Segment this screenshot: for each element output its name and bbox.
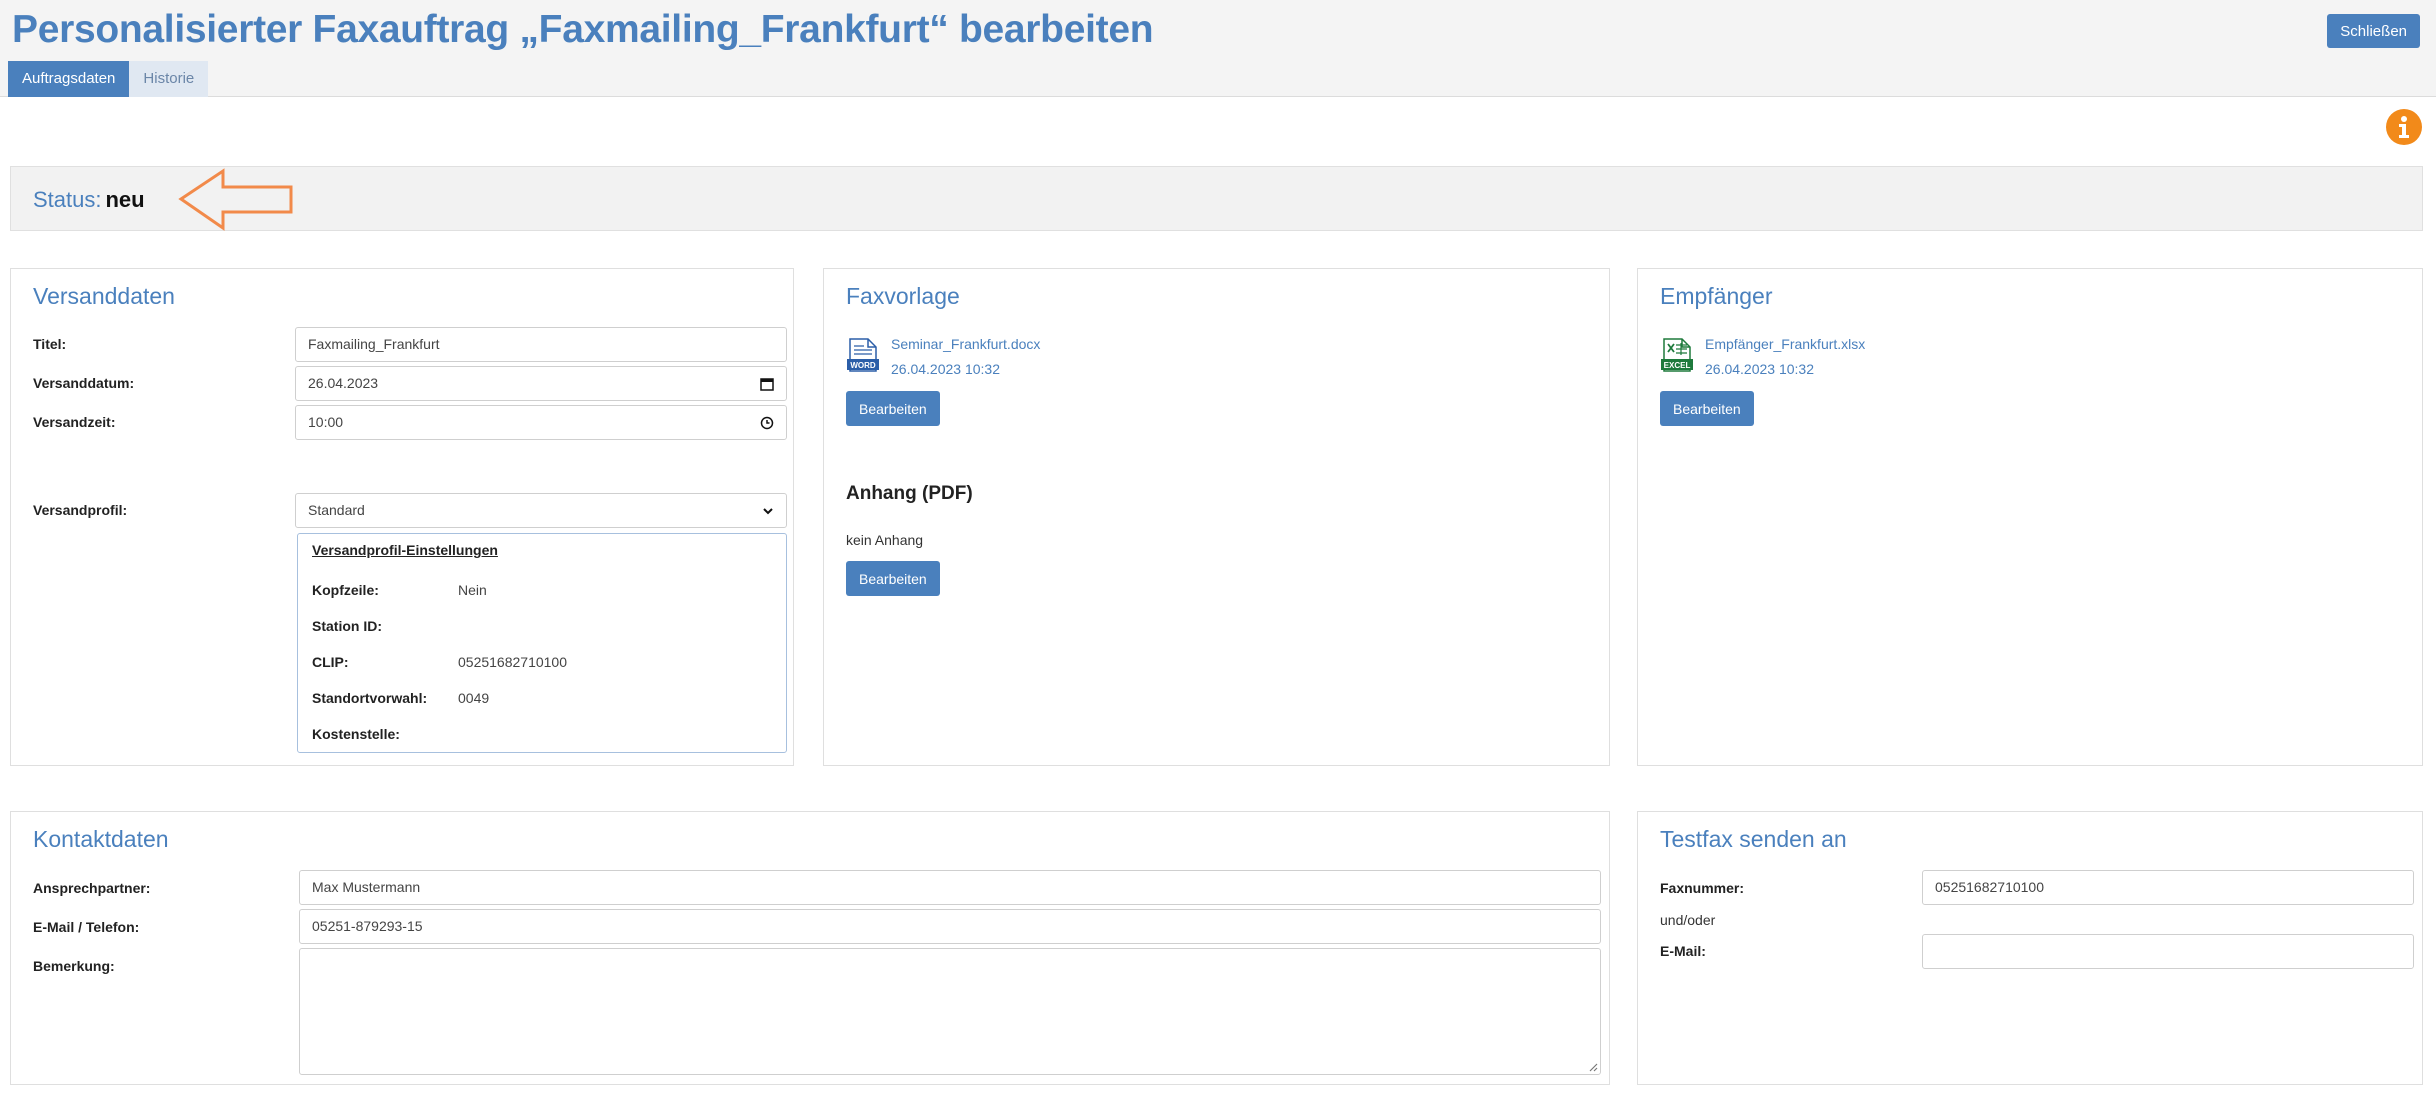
resize-handle-icon[interactable] bbox=[1588, 1062, 1598, 1072]
panel-faxvorlage: Faxvorlage WORD Seminar_Frankfurt.docx 2… bbox=[823, 268, 1610, 766]
tab-historie[interactable]: Historie bbox=[129, 61, 209, 97]
versandprofil-settings: Versandprofil-Einstellungen Kopfzeile: N… bbox=[297, 533, 787, 753]
clip-label: CLIP: bbox=[312, 654, 349, 670]
standortvorwahl-label: Standortvorwahl: bbox=[312, 690, 428, 706]
status-value: neu bbox=[105, 187, 145, 212]
bemerkung-textarea[interactable] bbox=[299, 948, 1601, 1075]
panel-title-faxvorlage: Faxvorlage bbox=[846, 283, 960, 309]
chevron-down-icon bbox=[762, 494, 774, 527]
versandzeit-input[interactable]: 10:00 bbox=[295, 405, 787, 440]
svg-text:WORD: WORD bbox=[850, 361, 876, 370]
titel-label: Titel: bbox=[33, 336, 67, 352]
clip-value: 05251682710100 bbox=[458, 654, 568, 670]
ansprechpartner-label: Ansprechpartner: bbox=[33, 880, 151, 896]
panel-title-testfax: Testfax senden an bbox=[1660, 826, 1847, 852]
versandzeit-value: 10:00 bbox=[308, 414, 344, 430]
info-icon[interactable] bbox=[2386, 109, 2422, 145]
bemerkung-label: Bemerkung: bbox=[33, 958, 115, 974]
panel-testfax: Testfax senden an Faxnummer: 05251682710… bbox=[1637, 811, 2423, 1085]
status-label: Status: bbox=[33, 187, 102, 212]
station-id-label: Station ID: bbox=[312, 618, 382, 634]
panel-empfaenger: Empfänger EXCEL Empfänger_Frankfurt.xlsx… bbox=[1637, 268, 2423, 766]
status-text: Status: neu bbox=[33, 187, 145, 213]
kopfzeile-value: Nein bbox=[458, 582, 487, 598]
empfaenger-file-link[interactable]: Empfänger_Frankfurt.xlsx bbox=[1705, 336, 1865, 352]
testfax-email-label: E-Mail: bbox=[1660, 943, 1706, 959]
versandprofil-label: Versandprofil: bbox=[33, 502, 128, 518]
email-telefon-input[interactable]: 05251-879293-15 bbox=[299, 909, 1601, 944]
standortvorwahl-value: 0049 bbox=[458, 690, 490, 706]
testfax-email-input[interactable] bbox=[1922, 934, 2414, 969]
word-document-icon: WORD bbox=[847, 338, 879, 372]
status-bar: Status: neu bbox=[10, 166, 2423, 231]
anhang-edit-button[interactable]: Bearbeiten bbox=[846, 561, 940, 596]
versandzeit-label: Versandzeit: bbox=[33, 414, 116, 430]
header-bar: Personalisierter Faxauftrag „Faxmailing_… bbox=[0, 0, 2436, 97]
panel-title-kontaktdaten: Kontaktdaten bbox=[33, 826, 169, 852]
calendar-icon[interactable] bbox=[760, 367, 774, 400]
versanddatum-input[interactable]: 26.04.2023 bbox=[295, 366, 787, 401]
versandprofil-select[interactable]: Standard bbox=[295, 493, 787, 528]
ansprechpartner-input[interactable]: Max Mustermann bbox=[299, 870, 1601, 905]
close-button[interactable]: Schließen bbox=[2327, 14, 2420, 48]
versandprofil-value: Standard bbox=[308, 502, 365, 518]
und-oder-text: und/oder bbox=[1660, 912, 1716, 928]
titel-input[interactable]: Faxmailing_Frankfurt bbox=[295, 327, 787, 362]
versanddatum-label: Versanddatum: bbox=[33, 375, 135, 391]
tab-bar: Auftragsdaten Historie bbox=[8, 61, 209, 97]
page-title: Personalisierter Faxauftrag „Faxmailing_… bbox=[12, 8, 1154, 51]
email-telefon-label: E-Mail / Telefon: bbox=[33, 919, 140, 935]
kostenstelle-label: Kostenstelle: bbox=[312, 726, 400, 742]
versandprofil-settings-heading: Versandprofil-Einstellungen bbox=[312, 542, 498, 558]
faxvorlage-edit-button[interactable]: Bearbeiten bbox=[846, 391, 940, 426]
excel-document-icon: EXCEL bbox=[1661, 338, 1693, 372]
svg-text:EXCEL: EXCEL bbox=[1664, 361, 1691, 370]
anhang-title: Anhang (PDF) bbox=[846, 483, 973, 504]
panel-kontaktdaten: Kontaktdaten Ansprechpartner: Max Muster… bbox=[10, 811, 1610, 1085]
arrow-left-outline-icon bbox=[178, 168, 293, 231]
faxvorlage-file-date: 26.04.2023 10:32 bbox=[891, 361, 1000, 377]
faxvorlage-file-link[interactable]: Seminar_Frankfurt.docx bbox=[891, 336, 1040, 352]
panel-title-empfaenger: Empfänger bbox=[1660, 283, 1773, 309]
versanddatum-value: 26.04.2023 bbox=[308, 375, 379, 391]
empfaenger-file-date: 26.04.2023 10:32 bbox=[1705, 361, 1814, 377]
faxnummer-input[interactable]: 05251682710100 bbox=[1922, 870, 2414, 905]
clock-icon[interactable] bbox=[760, 406, 774, 439]
faxnummer-label: Faxnummer: bbox=[1660, 880, 1745, 896]
empfaenger-edit-button[interactable]: Bearbeiten bbox=[1660, 391, 1754, 426]
panel-versanddaten: Versanddaten Titel: Faxmailing_Frankfurt… bbox=[10, 268, 794, 766]
tab-auftragsdaten[interactable]: Auftragsdaten bbox=[8, 61, 130, 97]
kopfzeile-label: Kopfzeile: bbox=[312, 582, 379, 598]
panel-title-versanddaten: Versanddaten bbox=[33, 283, 175, 309]
anhang-text: kein Anhang bbox=[846, 532, 924, 548]
